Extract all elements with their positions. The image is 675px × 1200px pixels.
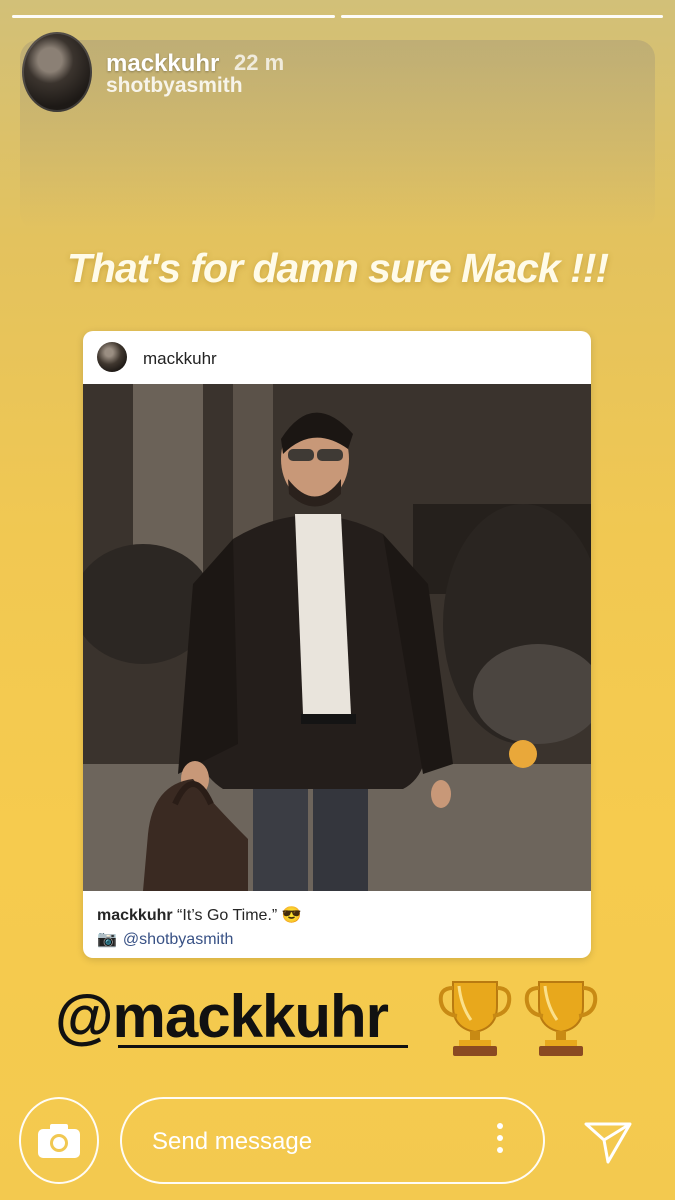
message-field[interactable] bbox=[120, 1097, 545, 1184]
send-icon[interactable] bbox=[583, 1116, 633, 1166]
shared-post-card[interactable]: mackkuhr mackkuhr “It’s Go Time.” 😎 📷 @s… bbox=[83, 331, 591, 958]
avatar[interactable] bbox=[22, 32, 92, 112]
post-photo bbox=[83, 384, 591, 891]
post-credit[interactable]: 📷 @shotbyasmith bbox=[97, 929, 233, 949]
trophy-icon bbox=[438, 981, 512, 1056]
camera-icon: 📷 bbox=[97, 931, 117, 948]
mention-sticker[interactable]: @mackkuhr bbox=[55, 982, 389, 1051]
progress-segment bbox=[340, 15, 663, 18]
story-subname[interactable]: shotbyasmith bbox=[106, 74, 243, 98]
story-progress bbox=[12, 15, 663, 18]
story-time: 22 m bbox=[234, 50, 285, 75]
post-caption: mackkuhr “It’s Go Time.” 😎 bbox=[97, 905, 302, 925]
post-photo-illustration bbox=[83, 384, 591, 891]
message-input[interactable] bbox=[150, 1125, 474, 1159]
progress-segment bbox=[12, 15, 335, 18]
post-username: mackkuhr bbox=[143, 349, 217, 368]
camera-icon bbox=[38, 1123, 80, 1158]
trophy-icon bbox=[524, 981, 598, 1056]
post-caption-text: “It’s Go Time.” 😎 bbox=[177, 907, 302, 924]
story-caption: That's for damn sure Mack !!! bbox=[66, 245, 609, 291]
post-avatar bbox=[97, 342, 127, 372]
post-caption-user: mackkuhr bbox=[97, 907, 173, 924]
post-credit-link[interactable]: @shotbyasmith bbox=[123, 931, 234, 948]
mention-underline bbox=[118, 1045, 408, 1048]
camera-button[interactable] bbox=[19, 1097, 99, 1184]
more-vertical-icon[interactable] bbox=[497, 1123, 503, 1159]
